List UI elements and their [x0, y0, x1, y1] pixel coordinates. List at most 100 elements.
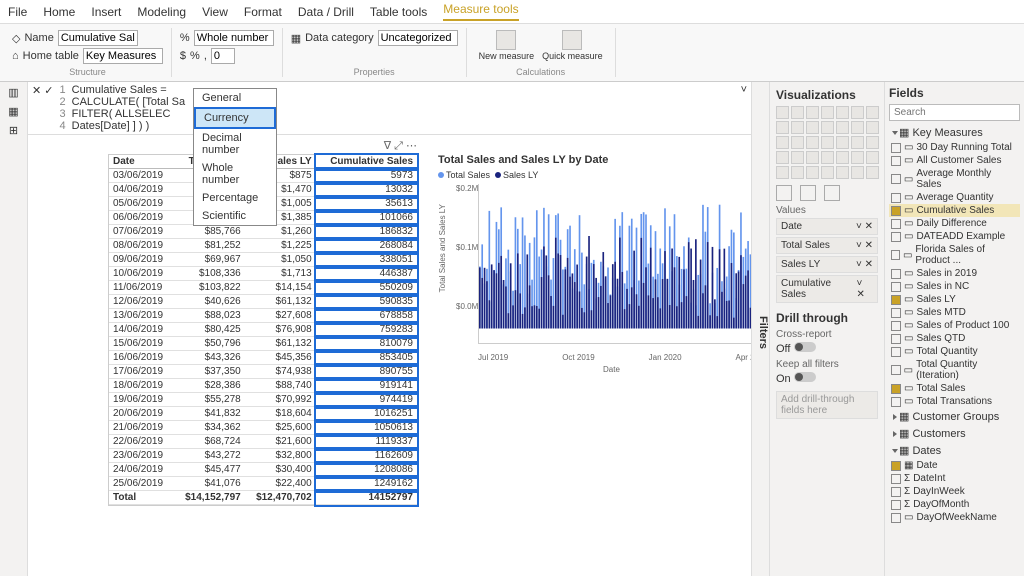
filters-pane-collapsed[interactable]: Filters: [751, 82, 769, 576]
field-checkbox[interactable]: [891, 487, 901, 497]
field-item[interactable]: ▭Average Quantity: [889, 191, 1020, 204]
format-option[interactable]: Whole number: [194, 159, 276, 189]
viz-type-icon[interactable]: [776, 106, 789, 119]
visual-header[interactable]: ∇ ⤢ ⋯: [384, 139, 417, 153]
field-well-item[interactable]: Total Sales˅ ✕: [776, 237, 878, 254]
viz-type-icon[interactable]: [776, 166, 789, 179]
ribbon-tab[interactable]: File: [8, 5, 27, 19]
field-checkbox[interactable]: [891, 513, 901, 523]
ribbon-tab[interactable]: Insert: [91, 5, 121, 19]
field-item[interactable]: ΣDayOfMonth: [889, 498, 1020, 511]
field-checkbox[interactable]: [891, 174, 901, 184]
field-item[interactable]: ▭DayOfWeekName: [889, 511, 1020, 524]
decimals-input[interactable]: [211, 48, 235, 64]
field-checkbox[interactable]: [891, 500, 901, 510]
field-item[interactable]: ΣDayInWeek: [889, 485, 1020, 498]
viz-type-icon[interactable]: [851, 151, 864, 164]
table-header[interactable]: Cumulative Sales: [316, 155, 417, 169]
field-item[interactable]: ▭Total Transations: [889, 395, 1020, 408]
field-checkbox[interactable]: [891, 461, 901, 471]
field-well-item[interactable]: Sales LY˅ ✕: [776, 256, 878, 273]
home-table-input[interactable]: [83, 48, 163, 64]
new-measure-button[interactable]: New measure: [475, 30, 539, 61]
field-checkbox[interactable]: [891, 334, 901, 344]
drill-through-drop[interactable]: Add drill-through fields here: [776, 391, 878, 419]
field-table[interactable]: ▦ Customer Groups: [889, 408, 1020, 425]
keep-filters-toggle[interactable]: [794, 372, 816, 382]
field-item[interactable]: ▭Sales QTD: [889, 332, 1020, 345]
field-item[interactable]: ▭Sales in 2019: [889, 267, 1020, 280]
field-checkbox[interactable]: [891, 308, 901, 318]
viz-type-icon[interactable]: [776, 121, 789, 134]
ribbon-tab[interactable]: Format: [244, 5, 282, 19]
field-checkbox[interactable]: [891, 384, 901, 394]
viz-type-icon[interactable]: [791, 136, 804, 149]
field-checkbox[interactable]: [891, 365, 901, 375]
format-option[interactable]: Percentage: [194, 189, 276, 207]
field-item[interactable]: ▭30 Day Running Total: [889, 141, 1020, 154]
cross-report-toggle[interactable]: [794, 342, 816, 352]
format-option[interactable]: General: [194, 89, 276, 107]
viz-type-icon[interactable]: [821, 151, 834, 164]
viz-type-icon[interactable]: [866, 151, 879, 164]
format-option[interactable]: Decimal number: [194, 129, 276, 159]
viz-type-icon[interactable]: [866, 121, 879, 134]
viz-type-icon[interactable]: [806, 136, 819, 149]
ribbon-tab[interactable]: Home: [43, 5, 75, 19]
field-table[interactable]: ▦ Dates: [889, 442, 1020, 459]
field-item[interactable]: ▭Sales in NC: [889, 280, 1020, 293]
currency-icon[interactable]: $: [180, 50, 186, 62]
field-checkbox[interactable]: [891, 250, 900, 260]
ribbon-tab[interactable]: Table tools: [370, 5, 427, 19]
viz-type-icon[interactable]: [776, 151, 789, 164]
viz-type-icon[interactable]: [866, 166, 879, 179]
field-checkbox[interactable]: [891, 143, 901, 153]
table-header[interactable]: Date: [109, 155, 174, 169]
field-checkbox[interactable]: [891, 232, 901, 242]
model-view-icon[interactable]: ⊞: [0, 124, 27, 137]
viz-type-icon[interactable]: [866, 136, 879, 149]
field-checkbox[interactable]: [891, 193, 901, 203]
field-item[interactable]: ▭Sales LY: [889, 293, 1020, 306]
quick-measure-button[interactable]: Quick measure: [538, 30, 607, 61]
viz-type-icon[interactable]: [776, 136, 789, 149]
field-checkbox[interactable]: [891, 269, 901, 279]
viz-type-icon[interactable]: [836, 121, 849, 134]
data-view-icon[interactable]: ▦: [0, 105, 27, 118]
viz-type-icon[interactable]: [791, 151, 804, 164]
viz-gallery[interactable]: [776, 106, 878, 179]
field-item[interactable]: ▭Daily Difference: [889, 217, 1020, 230]
viz-type-icon[interactable]: [821, 106, 834, 119]
field-table[interactable]: ▦ Customers: [889, 425, 1020, 442]
field-checkbox[interactable]: [891, 474, 901, 484]
viz-type-icon[interactable]: [851, 166, 864, 179]
field-item[interactable]: ▭Total Sales: [889, 382, 1020, 395]
field-checkbox[interactable]: [891, 295, 901, 305]
formula-bar[interactable]: ✕ ✓ 1234 Cumulative Sales =CALCULATE( [T…: [28, 82, 751, 135]
viz-type-icon[interactable]: [836, 136, 849, 149]
field-well-item[interactable]: Cumulative Sales˅ ✕: [776, 275, 878, 303]
data-category-select[interactable]: [378, 30, 458, 46]
field-checkbox[interactable]: [891, 282, 901, 292]
percent-icon[interactable]: %: [190, 50, 200, 62]
viz-type-icon[interactable]: [791, 166, 804, 179]
format-option[interactable]: Currency: [194, 107, 276, 129]
viz-type-icon[interactable]: [851, 106, 864, 119]
field-item[interactable]: ΣDateInt: [889, 472, 1020, 485]
ribbon-tab[interactable]: Data / Drill: [298, 5, 354, 19]
viz-type-icon[interactable]: [806, 166, 819, 179]
viz-type-icon[interactable]: [806, 121, 819, 134]
field-checkbox[interactable]: [891, 397, 901, 407]
viz-type-icon[interactable]: [851, 136, 864, 149]
field-item[interactable]: ▭Florida Sales of Product ...: [889, 243, 1020, 267]
field-item[interactable]: ▭Sales MTD: [889, 306, 1020, 319]
ribbon-tab[interactable]: View: [202, 5, 228, 19]
viz-field-format-tabs[interactable]: [776, 185, 878, 201]
report-view-icon[interactable]: ▥: [0, 86, 27, 99]
chart-visual[interactable]: Total Sales and Sales LY by Date Total S…: [438, 154, 751, 364]
field-checkbox[interactable]: [891, 347, 901, 357]
viz-type-icon[interactable]: [866, 106, 879, 119]
viz-type-icon[interactable]: [821, 136, 834, 149]
field-item[interactable]: ▭Sales of Product 100: [889, 319, 1020, 332]
field-checkbox[interactable]: [891, 219, 901, 229]
